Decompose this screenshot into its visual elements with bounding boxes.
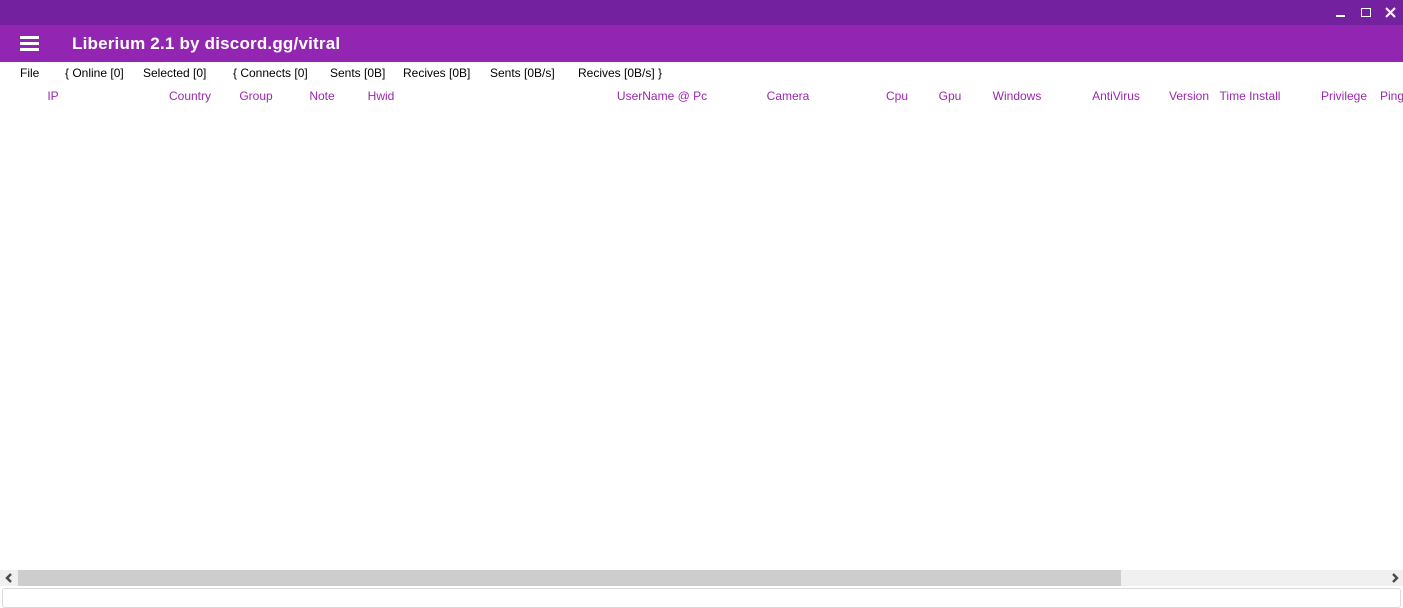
minimize-button[interactable]: [1328, 0, 1353, 25]
column-header-antivirus[interactable]: AntiVirus: [1092, 85, 1140, 107]
window-titlebar: [0, 0, 1403, 25]
hamburger-menu-icon[interactable]: [20, 36, 39, 51]
menu-strip: File { Online [0] Selected [0] { Connect…: [0, 62, 1403, 85]
column-header-version[interactable]: Version: [1169, 85, 1209, 107]
close-button[interactable]: [1378, 0, 1403, 25]
column-header-cpu[interactable]: Cpu: [886, 85, 908, 107]
column-header-ping[interactable]: Ping: [1380, 85, 1403, 107]
app-bar: Liberium 2.1 by discord.gg/vitral: [0, 25, 1403, 62]
chevron-left-icon: [5, 573, 13, 583]
status-recives-rate: Recives [0B/s] }: [578, 62, 662, 85]
minimize-icon: [1336, 15, 1345, 17]
scrollbar-thumb[interactable]: [18, 570, 1121, 586]
column-header-note[interactable]: Note: [309, 85, 334, 107]
maximize-button[interactable]: [1353, 0, 1378, 25]
column-header-camera[interactable]: Camera: [767, 85, 810, 107]
close-icon: [1385, 7, 1396, 18]
status-online-count: { Online [0]: [65, 62, 124, 85]
column-header-username-pc[interactable]: UserName @ Pc: [617, 85, 707, 107]
app-title: Liberium 2.1 by discord.gg/vitral: [72, 25, 340, 62]
column-header-country[interactable]: Country: [169, 85, 211, 107]
window-controls: [1328, 0, 1403, 25]
bottom-panel-edge: [2, 588, 1401, 608]
column-header-privilege[interactable]: Privilege: [1321, 85, 1367, 107]
column-header-hwid[interactable]: Hwid: [368, 85, 395, 107]
status-connects-count: { Connects [0]: [233, 62, 308, 85]
column-header-gpu[interactable]: Gpu: [939, 85, 962, 107]
scroll-right-button[interactable]: [1386, 570, 1403, 586]
scroll-left-button[interactable]: [0, 570, 17, 586]
column-header-ip[interactable]: IP: [47, 85, 58, 107]
status-selected-count: Selected [0]: [143, 62, 206, 85]
status-sents-rate: Sents [0B/s]: [490, 62, 555, 85]
column-header-time-install[interactable]: Time Install: [1220, 85, 1281, 107]
chevron-right-icon: [1391, 573, 1399, 583]
horizontal-scrollbar[interactable]: [0, 570, 1403, 586]
menu-file[interactable]: File: [20, 62, 39, 85]
maximize-icon: [1361, 8, 1371, 17]
status-sents-total: Sents [0B]: [330, 62, 385, 85]
client-grid-body: [0, 107, 1403, 570]
column-header-group[interactable]: Group: [239, 85, 272, 107]
column-header-windows[interactable]: Windows: [993, 85, 1042, 107]
client-grid-header: IP Country Group Note Hwid UserName @ Pc…: [0, 85, 1403, 107]
status-recives-total: Recives [0B]: [403, 62, 470, 85]
liberium-window: { "window": { "title": "Liberium 2.1 by …: [0, 0, 1403, 597]
